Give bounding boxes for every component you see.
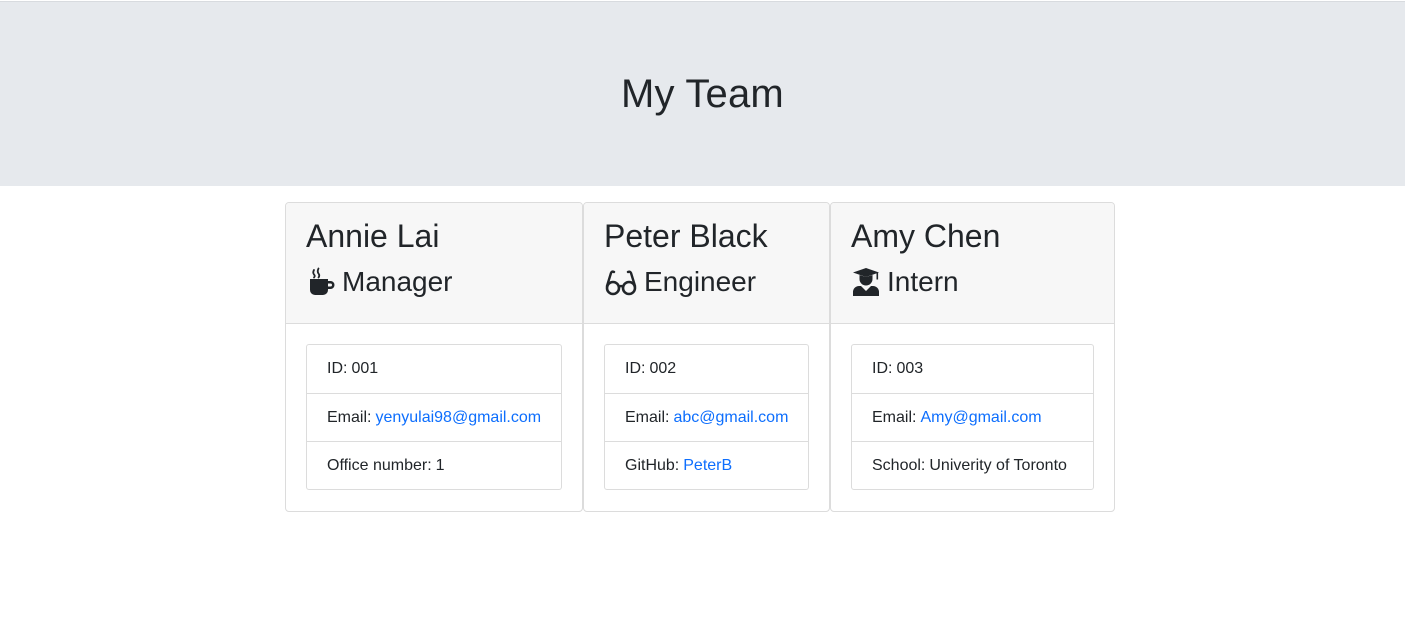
github-row: GitHub: PeterB	[605, 441, 808, 489]
card-body: ID: 002 Email: abc@gmail.com GitHub: Pet…	[584, 324, 829, 490]
github-link[interactable]: PeterB	[683, 457, 732, 475]
card-header: Annie Lai Manager	[286, 203, 582, 324]
graduate-icon	[851, 267, 881, 297]
role-label: Manager	[342, 266, 453, 297]
email-label: Email:	[872, 408, 917, 426]
employee-card-intern: Amy Chen Intern ID: 003 Email: Amy@gmail…	[830, 202, 1115, 512]
office-number-row: Office number: 1	[307, 441, 561, 489]
email-row: Email: Amy@gmail.com	[852, 393, 1093, 441]
employee-details: ID: 002 Email: abc@gmail.com GitHub: Pet…	[604, 344, 809, 490]
mug-icon	[306, 267, 336, 297]
email-label: Email:	[327, 408, 372, 426]
email-link[interactable]: Amy@gmail.com	[920, 409, 1041, 427]
employee-name: Peter Black	[604, 218, 768, 254]
card-header: Peter Black Engineer	[584, 203, 829, 324]
school-value: Univerity of Toronto	[929, 456, 1067, 474]
school-row: School: Univerity of Toronto	[852, 441, 1093, 489]
employee-card-engineer: Peter Black Engineer ID: 002 Email: abc@…	[583, 202, 830, 512]
id-label: ID:	[625, 360, 646, 377]
id-value: 002	[649, 360, 677, 377]
id-row: ID: 003	[852, 345, 1093, 393]
school-label: School:	[872, 456, 926, 474]
github-label: GitHub:	[625, 456, 680, 474]
office-number-label: Office number:	[327, 456, 432, 474]
id-value: 003	[896, 360, 924, 377]
employee-name: Amy Chen	[851, 218, 1001, 254]
team-cards: Annie Lai Manager ID: 001 Email: yenyula…	[285, 202, 1115, 512]
card-body: ID: 003 Email: Amy@gmail.com School: Uni…	[831, 324, 1114, 490]
id-row: ID: 001	[307, 345, 561, 393]
email-row: Email: abc@gmail.com	[605, 393, 808, 441]
id-label: ID:	[872, 360, 893, 377]
email-link[interactable]: abc@gmail.com	[673, 409, 788, 427]
employee-role: Manager	[306, 264, 562, 300]
id-label: ID:	[327, 360, 348, 377]
employee-details: ID: 003 Email: Amy@gmail.com School: Uni…	[851, 344, 1094, 490]
employee-details: ID: 001 Email: yenyulai98@gmail.com Offi…	[306, 344, 562, 490]
employee-name: Annie Lai	[306, 218, 440, 254]
email-label: Email:	[625, 408, 670, 426]
employee-role: Intern	[851, 264, 1094, 300]
team-header: My Team	[0, 1, 1405, 186]
email-row: Email: yenyulai98@gmail.com	[307, 393, 561, 441]
employee-card-manager: Annie Lai Manager ID: 001 Email: yenyula…	[285, 202, 583, 512]
role-label: Intern	[887, 266, 959, 297]
page-title: My Team	[621, 71, 784, 116]
card-body: ID: 001 Email: yenyulai98@gmail.com Offi…	[286, 324, 582, 490]
card-header: Amy Chen Intern	[831, 203, 1114, 324]
glasses-icon	[604, 267, 638, 297]
email-link[interactable]: yenyulai98@gmail.com	[375, 409, 541, 427]
office-number-value: 1	[435, 456, 445, 474]
employee-role: Engineer	[604, 264, 809, 300]
role-label: Engineer	[644, 266, 757, 297]
id-value: 001	[351, 360, 379, 377]
id-row: ID: 002	[605, 345, 808, 393]
